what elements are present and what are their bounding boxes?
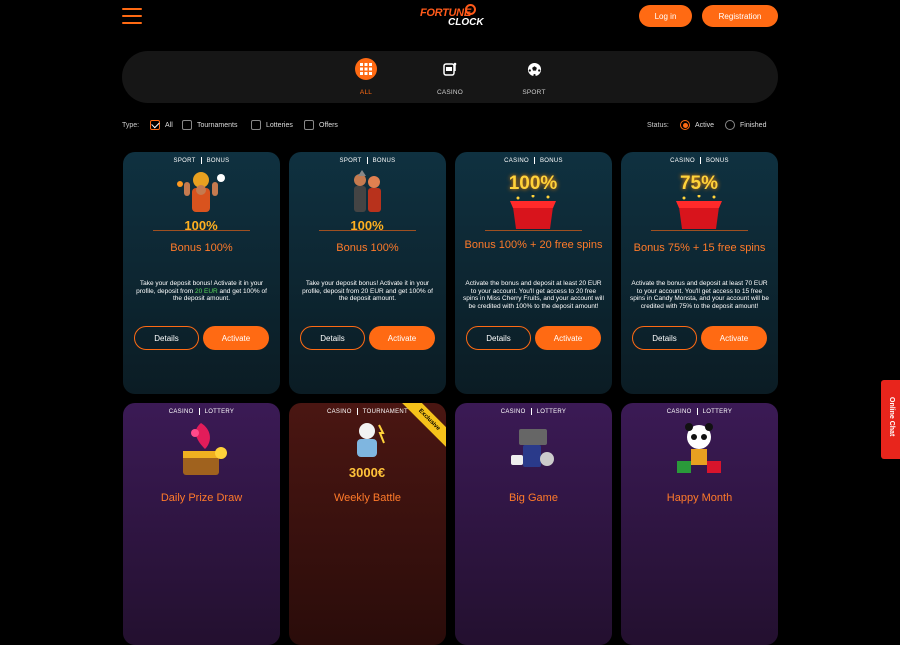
checkbox-icon	[251, 120, 261, 130]
clock-icon	[465, 4, 476, 15]
card-title: Bonus 100%	[336, 242, 399, 254]
tab-sport-label: SPORT	[522, 89, 546, 96]
card-title: Weekly Battle	[333, 492, 402, 504]
divider	[153, 230, 250, 231]
card-title: Happy Month	[666, 492, 733, 504]
promo-card: CASINO TOURNAMENT Exclusive 3000€ Weekly …	[289, 403, 446, 645]
logo-word-clock: CLOCK	[448, 17, 484, 28]
type-lotteries-checkbox[interactable]: Lotteries	[251, 120, 293, 130]
type-all-checkbox[interactable]: All	[150, 120, 173, 130]
tab-casino[interactable]: CASINO	[420, 58, 480, 98]
soccer-ball-icon	[523, 58, 545, 80]
login-button[interactable]: Log in	[639, 5, 692, 27]
divider	[319, 230, 416, 231]
promo-card: CASINO LOTTERY Big Game	[455, 403, 612, 645]
promo-card: CASINO LOTTERY Happy Month	[621, 403, 778, 645]
percent-art-text: 75%	[679, 173, 719, 194]
card-title: Big Game	[509, 492, 558, 504]
tab-all[interactable]: ALL	[336, 58, 396, 98]
card-category: CASINO BONUS	[670, 157, 729, 165]
activate-button[interactable]: Activate	[701, 326, 767, 350]
gift-box-image: 100%	[488, 167, 578, 235]
card-category: CASINO LOTTERY	[666, 408, 733, 416]
checkbox-icon	[304, 120, 314, 130]
filter-bar: Type: All Tournaments Lotteries Offers S…	[122, 119, 778, 133]
fortune-clock-logo[interactable]: FORTUNE CLOCK	[420, 4, 484, 28]
status-active-label: Active	[695, 121, 715, 129]
card-category: CASINO BONUS	[504, 157, 563, 165]
promo-card: CASINO BONUS 100% Bonus 100% + 20 free sp…	[455, 152, 612, 394]
promo-card: CASINO BONUS 75% Bonus 75% + 15 free spin…	[621, 152, 778, 394]
activate-button[interactable]: Activate	[203, 326, 269, 350]
online-chat-label: Online Chat	[888, 397, 895, 437]
promo-card: SPORT BONUS 100% Bonus 100% Take your dep…	[123, 152, 280, 394]
details-button[interactable]: Details	[134, 326, 199, 350]
zeus-image: 3000€	[322, 417, 412, 483]
card-category: CASINO LOTTERY	[168, 408, 235, 416]
hamburger-menu-icon[interactable]	[122, 8, 142, 24]
promo-card: SPORT BONUS 100% Bonus 100% Take your dep…	[289, 152, 446, 394]
activate-button[interactable]: Activate	[369, 326, 435, 350]
details-button[interactable]: Details	[632, 326, 697, 350]
card-category: SPORT BONUS	[173, 157, 230, 165]
type-tournaments-label: Tournaments	[197, 121, 238, 129]
gadgets-image	[488, 417, 578, 483]
status-active-radio[interactable]: Active	[680, 120, 714, 130]
type-tournaments-checkbox[interactable]: Tournaments	[182, 120, 237, 130]
radio-selected-icon	[680, 120, 690, 130]
card-title: Bonus 100%	[170, 242, 233, 254]
card-description: Activate the bonus and deposit at least …	[463, 280, 604, 310]
type-filter-label: Type:	[122, 122, 140, 129]
type-all-label: All	[165, 121, 173, 129]
promo-card: CASINO LOTTERY Daily Prize Draw	[123, 403, 280, 645]
fantasy-heroes-image: 100%	[322, 167, 412, 235]
registration-button[interactable]: Registration	[702, 5, 778, 27]
tab-sport[interactable]: SPORT	[504, 58, 564, 98]
card-description: Take your deposit bonus! Activate it in …	[136, 280, 267, 303]
radio-icon	[725, 120, 735, 130]
type-offers-label: Offers	[319, 121, 338, 129]
card-title: Daily Prize Draw	[160, 492, 243, 504]
details-button[interactable]: Details	[300, 326, 365, 350]
tab-casino-label: CASINO	[436, 89, 464, 96]
svg-text:3000€: 3000€	[349, 465, 385, 480]
card-title: Bonus 100% + 20 free spins	[464, 239, 603, 251]
status-finished-label: Finished	[740, 121, 767, 129]
status-finished-radio[interactable]: Finished	[725, 120, 766, 130]
treasure-chest-image	[156, 417, 246, 483]
activate-button[interactable]: Activate	[535, 326, 601, 350]
divider	[485, 230, 582, 231]
card-title: Bonus 75% + 15 free spins	[633, 242, 766, 254]
card-description: Activate the bonus and deposit at least …	[629, 280, 770, 310]
card-category: CASINO LOTTERY	[500, 408, 567, 416]
card-description: Take your deposit bonus! Activate it in …	[302, 280, 433, 303]
checkbox-icon	[182, 120, 192, 130]
percent-art-text: 100%	[508, 173, 558, 194]
footballer-trophy-image: 100%	[156, 167, 246, 235]
gift-box-image: 75%	[654, 167, 744, 235]
type-offers-checkbox[interactable]: Offers	[304, 120, 338, 130]
grid-icon	[355, 58, 377, 80]
tab-all-label: ALL	[359, 89, 373, 96]
status-filter-label: Status:	[647, 122, 669, 129]
category-tabs: ALL CASINO SPORT	[122, 51, 778, 103]
checkbox-checked-icon	[150, 120, 160, 130]
online-chat-tab[interactable]: Online Chat	[881, 380, 900, 459]
type-lotteries-label: Lotteries	[266, 121, 293, 129]
details-button[interactable]: Details	[466, 326, 531, 350]
panda-gifts-image	[654, 417, 744, 483]
divider	[651, 230, 748, 231]
card-category: SPORT BONUS	[339, 157, 396, 165]
top-header: FORTUNE CLOCK Log in Registration	[0, 0, 900, 33]
slot-machine-icon	[439, 58, 461, 80]
